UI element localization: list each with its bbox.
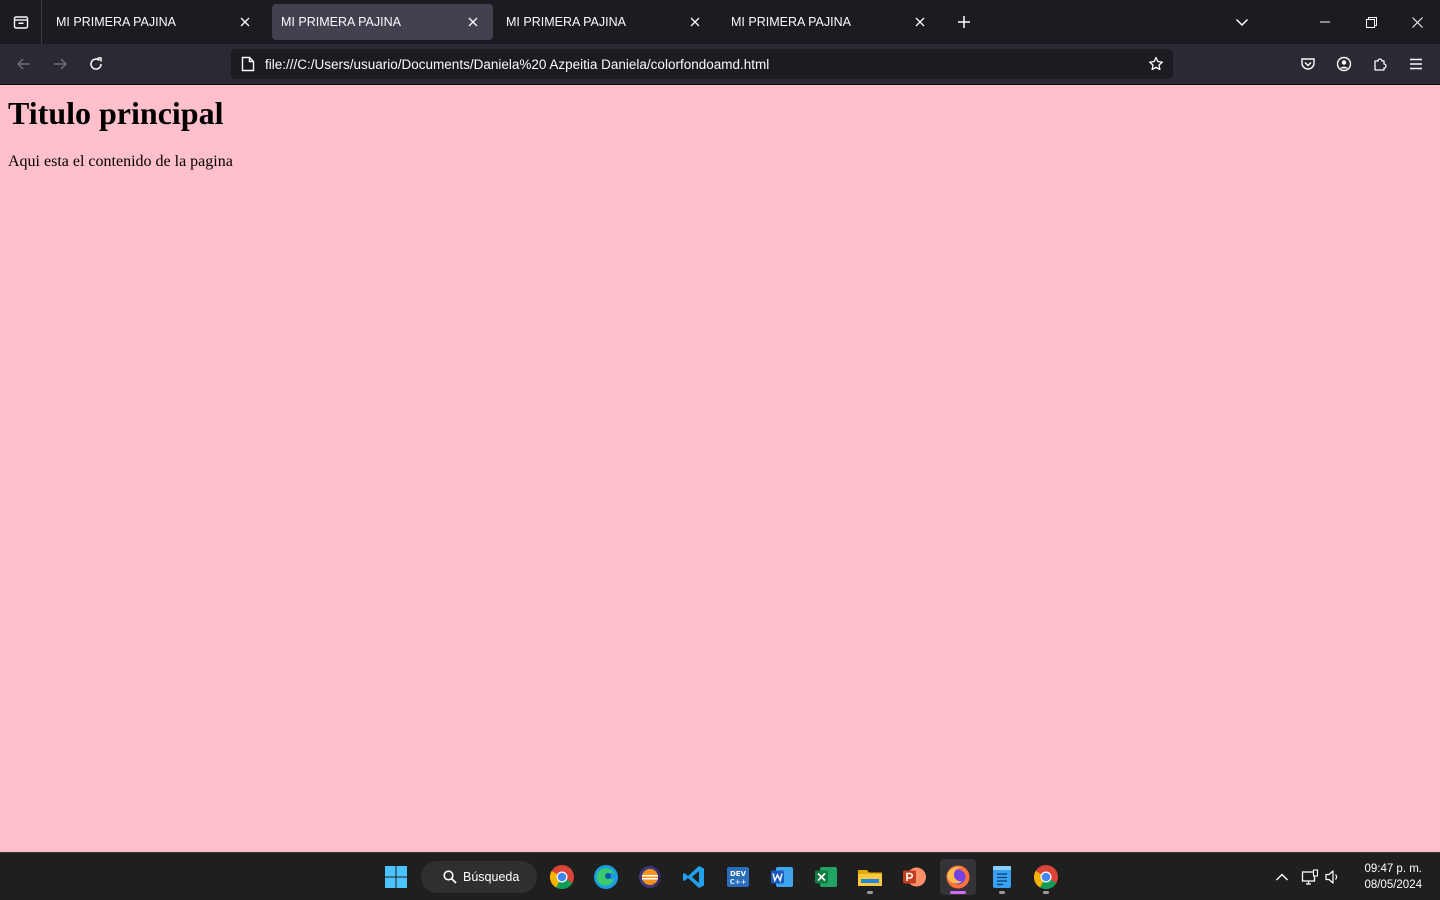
clock-date: 08/05/2024 [1364,879,1422,891]
taskbar-clock[interactable]: 09:47 p. m. 08/05/2024 [1364,861,1422,893]
hamburger-menu-icon [1410,58,1422,70]
tab-title: MI PRIMERA PAJINA [56,15,176,29]
tab-title: MI PRIMERA PAJINA [281,15,401,29]
tab-title: MI PRIMERA PAJINA [506,15,626,29]
reload-button[interactable] [82,50,110,78]
reload-icon [90,57,102,70]
show-hidden-icons-button[interactable] [1271,865,1293,889]
word-icon [771,867,793,887]
extensions-button[interactable] [1366,50,1394,78]
arrow-left-icon [16,58,30,70]
pocket-icon [1301,58,1315,70]
active-app-indicator [950,891,966,894]
taskbar-app-vscode[interactable] [676,859,712,895]
clock-time: 09:47 p. m. [1364,863,1422,875]
network-button[interactable] [1299,865,1321,889]
tab-title: MI PRIMERA PAJINA [731,15,851,29]
firefox-icon [946,865,970,889]
search-icon [443,870,457,884]
menu-button[interactable] [1402,50,1430,78]
devc-icon: DEV C++ [727,867,749,887]
page-paragraph: Aqui esta el contenido de la pagina [8,153,233,170]
firefox-view-button[interactable] [0,0,42,44]
tab-close-button[interactable] [465,14,481,30]
volume-button[interactable] [1322,865,1344,889]
minimize-button[interactable] [1302,0,1348,44]
tab-close-button[interactable] [912,14,928,30]
page-heading: Titulo principal [8,95,224,131]
search-label: Búsqueda [463,870,520,884]
vscode-icon [683,866,704,888]
bookmark-star-button[interactable] [1145,53,1167,75]
taskbar-app-edge[interactable] [588,859,624,895]
powerpoint-icon [903,867,926,887]
start-button[interactable] [378,859,414,895]
chevron-up-icon [1276,873,1288,881]
star-icon [1149,56,1163,71]
pocket-button[interactable] [1294,50,1322,78]
eclipse-icon [639,866,661,888]
back-button[interactable] [10,50,38,78]
tab-close-button[interactable] [237,14,253,30]
taskbar-app-file-explorer[interactable] [852,859,888,895]
tab-close-button[interactable] [687,14,703,30]
page-content: Titulo principal Aqui esta el contenido … [0,85,1440,852]
taskbar-app-firefox[interactable] [940,859,976,895]
restore-button[interactable] [1348,0,1394,44]
page-icon [241,56,255,72]
running-indicator [999,891,1005,894]
arrow-right-icon [54,58,68,70]
running-indicator [1043,891,1049,894]
navigation-toolbar: file:///C:/Users/usuario/Documents/Danie… [0,44,1440,85]
firefox-view-icon [13,16,28,29]
taskbar-app-notepad[interactable] [984,859,1020,895]
taskbar-app-powerpoint[interactable] [896,859,932,895]
browser-tab[interactable]: MI PRIMERA PAJINA [494,4,715,40]
close-icon [468,17,478,27]
taskbar-app-devcpp[interactable]: DEV C++ [720,859,756,895]
close-window-button[interactable] [1394,0,1440,44]
restore-icon [1365,16,1377,28]
url-text[interactable]: file:///C:/Users/usuario/Documents/Danie… [265,57,769,72]
file-explorer-icon [858,870,882,886]
browser-tab-active[interactable]: MI PRIMERA PAJINA [272,4,493,40]
account-icon [1336,56,1352,72]
browser-tab[interactable]: MI PRIMERA PAJINA [44,4,265,40]
svg-text:C++: C++ [730,878,747,886]
edge-icon [594,865,618,889]
excel-icon [815,867,837,887]
minimize-icon [1320,21,1330,23]
list-all-tabs-button[interactable] [1230,10,1254,34]
chevron-down-icon [1235,18,1249,27]
taskbar-app-eclipse[interactable] [632,859,668,895]
chrome-icon [549,865,574,890]
close-icon [915,17,925,27]
windows-taskbar: Búsqueda DEV C++ 09:47 p. m. 08/05/2024 [0,852,1440,900]
svg-text:DEV: DEV [730,870,747,878]
notepad-icon [993,866,1011,888]
url-bar[interactable]: file:///C:/Users/usuario/Documents/Danie… [231,49,1173,79]
new-tab-button[interactable] [952,10,976,34]
taskbar-app-chrome[interactable] [544,859,580,895]
taskbar-app-word[interactable] [764,859,800,895]
taskbar-app-chrome[interactable] [1028,859,1064,895]
windows-logo-icon [385,866,407,888]
tab-strip: MI PRIMERA PAJINA MI PRIMERA PAJINA MI P… [0,0,1440,44]
network-icon [1301,869,1319,885]
close-icon [240,17,250,27]
chrome-icon [1033,865,1058,890]
plus-icon [958,16,970,28]
close-icon [690,17,700,27]
running-indicator [867,891,873,894]
forward-button[interactable] [46,50,74,78]
speaker-icon [1325,870,1338,884]
close-icon [1411,16,1423,28]
taskbar-search[interactable]: Búsqueda [421,861,537,893]
browser-tab[interactable]: MI PRIMERA PAJINA [719,4,940,40]
taskbar-app-excel[interactable] [808,859,844,895]
account-button[interactable] [1330,50,1358,78]
puzzle-icon [1374,58,1387,71]
